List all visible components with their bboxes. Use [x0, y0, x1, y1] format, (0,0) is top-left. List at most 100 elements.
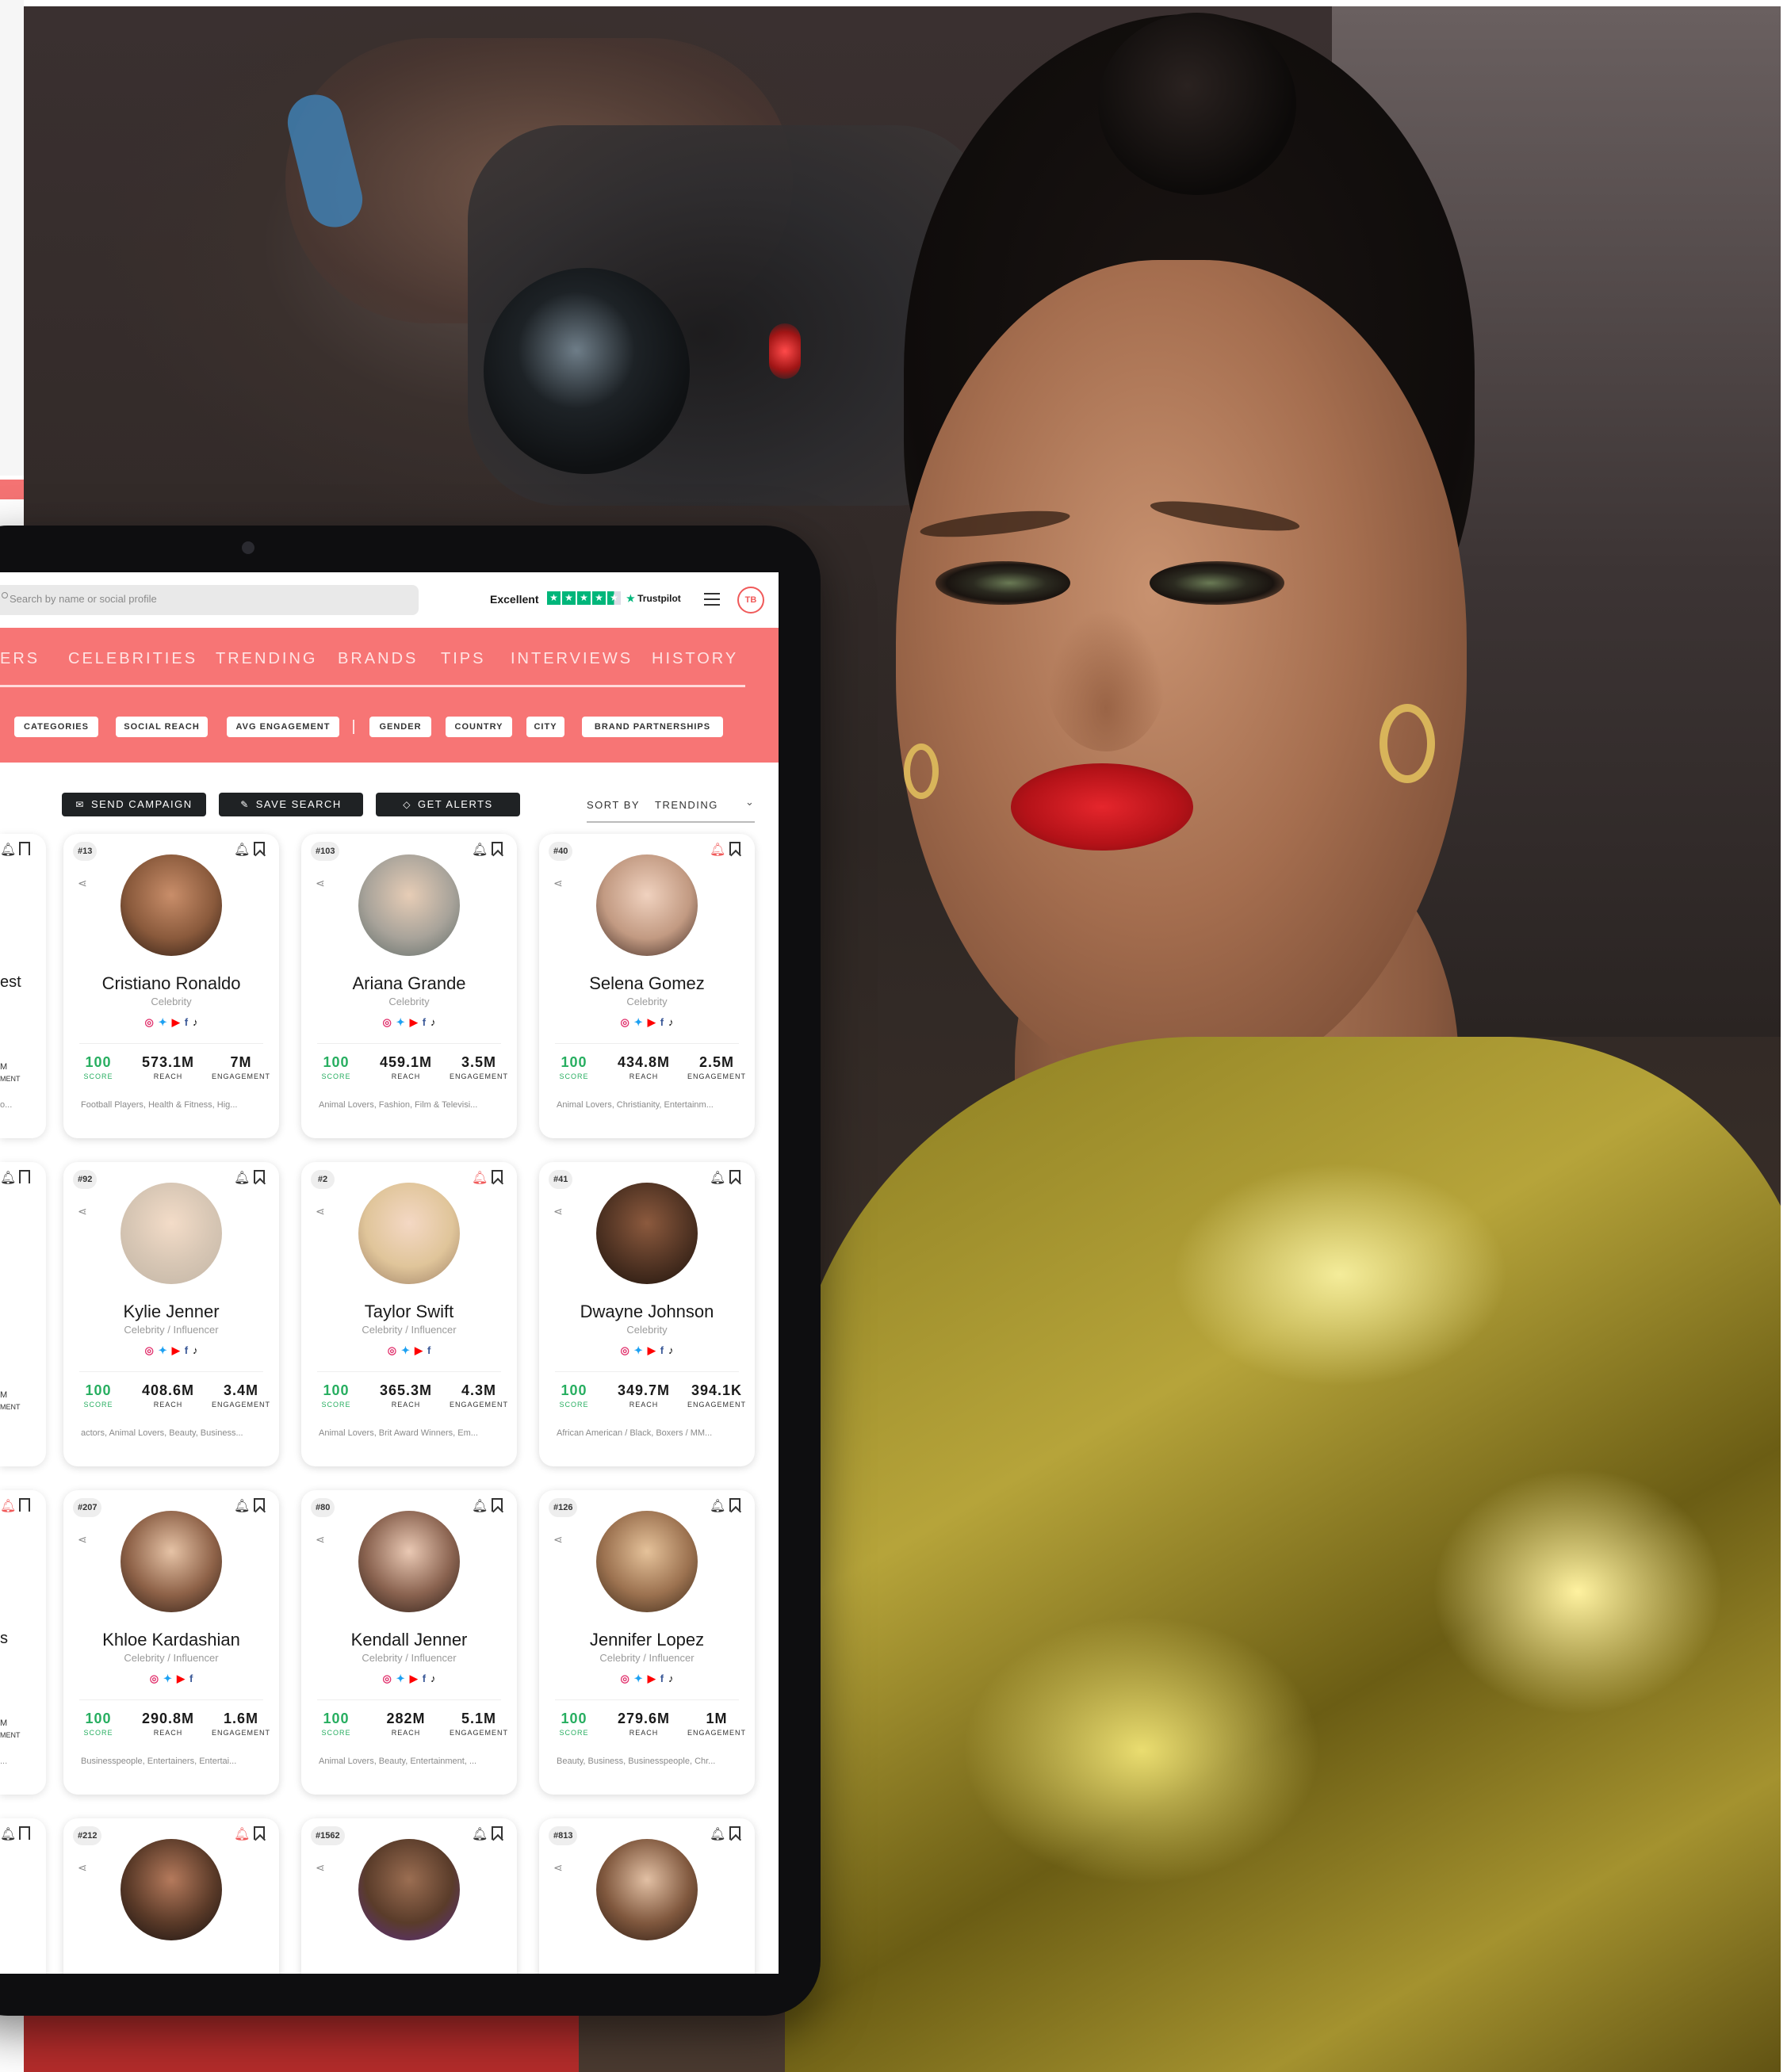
sort-select[interactable]: TRENDING [655, 799, 718, 811]
bookmark-icon[interactable] [729, 1826, 740, 1840]
celebrity-name[interactable]: Jennifer Lopez [539, 1630, 755, 1650]
bookmark-icon[interactable] [19, 842, 30, 855]
twitter-icon[interactable]: ✦ [396, 1016, 405, 1029]
share-icon[interactable]: ⋖ [78, 1861, 87, 1875]
instagram-icon[interactable]: ◎ [388, 1344, 396, 1357]
bell-icon[interactable]: 🔔︎ [234, 1498, 250, 1514]
filter-social-reach[interactable]: SOCIAL REACH [116, 717, 208, 737]
celebrity-card[interactable]: #40 ⋖ 🔔︎ Selena Gomez Celebrity ◎ ✦ ▶ f ♪ 10… [539, 834, 755, 1138]
celebrity-card[interactable]: #103 ⋖ 🔔︎ Ariana Grande Celebrity ◎ ✦ ▶ f ♪ … [301, 834, 517, 1138]
bookmark-icon[interactable] [254, 842, 265, 855]
nav-tab-influencers[interactable]: ERS [0, 650, 40, 668]
celebrity-name[interactable]: Kendall Jenner [301, 1630, 517, 1650]
instagram-icon[interactable]: ◎ [620, 1673, 629, 1685]
filter-city[interactable]: CITY [526, 717, 564, 737]
tiktok-icon[interactable]: ♪ [193, 1344, 198, 1356]
bell-icon[interactable]: 🔔︎ [472, 1826, 488, 1842]
avatar[interactable] [596, 1511, 698, 1612]
bell-icon[interactable]: 🔔︎ [0, 1826, 16, 1842]
user-avatar[interactable]: TB [737, 587, 764, 614]
avatar[interactable] [358, 854, 460, 956]
bookmark-icon[interactable] [492, 842, 503, 855]
celebrity-card[interactable]: #212 ⋖ 🔔︎ [63, 1818, 279, 1974]
share-icon[interactable]: ⋖ [316, 1861, 325, 1875]
filter-gender[interactable]: GENDER [369, 717, 431, 737]
bookmark-icon[interactable] [729, 1170, 740, 1183]
instagram-icon[interactable]: ◎ [144, 1016, 153, 1029]
bell-icon[interactable]: 🔔︎ [234, 1170, 250, 1186]
share-icon[interactable]: ⋖ [316, 1205, 325, 1218]
bookmark-icon[interactable] [19, 1498, 30, 1512]
twitter-icon[interactable]: ✦ [396, 1673, 405, 1685]
instagram-icon[interactable]: ◎ [382, 1016, 391, 1029]
bookmark-icon[interactable] [254, 1170, 265, 1183]
instagram-icon[interactable]: ◎ [382, 1673, 391, 1685]
avatar[interactable] [121, 1839, 222, 1940]
partial-celebrity-card[interactable]: 🔔︎ [0, 1818, 46, 1974]
tiktok-icon[interactable]: ♪ [193, 1016, 198, 1028]
twitter-icon[interactable]: ✦ [163, 1673, 172, 1685]
facebook-icon[interactable]: f [660, 1344, 664, 1356]
facebook-icon[interactable]: f [185, 1016, 188, 1028]
youtube-icon[interactable]: ▶ [172, 1016, 180, 1029]
avatar[interactable] [596, 854, 698, 956]
celebrity-name[interactable]: Kylie Jenner [63, 1302, 279, 1322]
bell-icon[interactable]: 🔔︎ [710, 1826, 725, 1842]
share-icon[interactable]: ⋖ [553, 1533, 563, 1546]
avatar[interactable] [121, 854, 222, 956]
save-search-button[interactable]: ✎ SAVE SEARCH [219, 793, 363, 816]
share-icon[interactable]: ⋖ [316, 1533, 325, 1546]
youtube-icon[interactable]: ▶ [177, 1673, 185, 1685]
filter-country[interactable]: COUNTRY [446, 717, 512, 737]
facebook-icon[interactable]: f [423, 1673, 426, 1684]
twitter-icon[interactable]: ✦ [159, 1344, 167, 1357]
tiktok-icon[interactable]: ♪ [668, 1673, 674, 1684]
send-campaign-button[interactable]: ✉ SEND CAMPAIGN [62, 793, 206, 816]
avatar[interactable] [121, 1183, 222, 1284]
youtube-icon[interactable]: ▶ [648, 1344, 656, 1357]
bell-icon[interactable]: 🔔︎ [472, 842, 488, 858]
celebrity-card[interactable]: #92 ⋖ 🔔︎ Kylie Jenner Celebrity / Influe… [63, 1162, 279, 1466]
celebrity-card[interactable]: #41 ⋖ 🔔︎ Dwayne Johnson Celebrity ◎ ✦ ▶ f ♪ … [539, 1162, 755, 1466]
tiktok-icon[interactable]: ♪ [430, 1016, 436, 1028]
bookmark-icon[interactable] [254, 1498, 265, 1512]
partial-celebrity-card[interactable]: 🔔︎ est M MENT o... [0, 834, 46, 1138]
facebook-icon[interactable]: f [660, 1673, 664, 1684]
twitter-icon[interactable]: ✦ [634, 1016, 643, 1029]
bookmark-icon[interactable] [492, 1826, 503, 1840]
bookmark-icon[interactable] [19, 1826, 30, 1840]
bookmark-icon[interactable] [254, 1826, 265, 1840]
bell-icon[interactable]: 🔔︎ [710, 1498, 725, 1514]
celebrity-name[interactable]: Ariana Grande [301, 973, 517, 994]
nav-tab-celebrities[interactable]: CELEBRITIES [68, 650, 197, 668]
instagram-icon[interactable]: ◎ [620, 1344, 629, 1357]
celebrity-card[interactable]: #126 ⋖ 🔔︎ Jennifer Lopez Celebrity / Inf… [539, 1490, 755, 1795]
bell-icon[interactable]: 🔔︎ [472, 1170, 488, 1186]
bell-icon[interactable]: 🔔︎ [0, 1170, 16, 1186]
partial-celebrity-card[interactable]: 🔔︎ s M MENT ... [0, 1490, 46, 1795]
celebrity-card[interactable]: #1562 ⋖ 🔔︎ [301, 1818, 517, 1974]
share-icon[interactable]: ⋖ [78, 877, 87, 890]
partial-celebrity-card[interactable]: 🔔︎ M MENT [0, 1162, 46, 1466]
bell-icon[interactable]: 🔔︎ [0, 842, 16, 858]
youtube-icon[interactable]: ▶ [410, 1673, 418, 1685]
nav-tab-history[interactable]: HISTORY [652, 650, 738, 668]
tiktok-icon[interactable]: ♪ [668, 1016, 674, 1028]
nav-tab-interviews[interactable]: INTERVIEWS [511, 650, 633, 668]
tiktok-icon[interactable]: ♪ [430, 1673, 436, 1684]
tiktok-icon[interactable]: ♪ [668, 1344, 674, 1356]
chevron-down-icon[interactable]: ⌄ [745, 796, 754, 809]
facebook-icon[interactable]: f [189, 1673, 193, 1684]
instagram-icon[interactable]: ◎ [620, 1016, 629, 1029]
avatar[interactable] [121, 1511, 222, 1612]
instagram-icon[interactable]: ◎ [150, 1673, 159, 1685]
nav-tab-trending[interactable]: TRENDING [216, 650, 317, 668]
bookmark-icon[interactable] [729, 842, 740, 855]
share-icon[interactable]: ⋖ [316, 877, 325, 890]
youtube-icon[interactable]: ▶ [415, 1344, 423, 1357]
share-icon[interactable]: ⋖ [553, 1861, 563, 1875]
bell-icon[interactable]: 🔔︎ [0, 1498, 16, 1514]
celebrity-card[interactable]: #813 ⋖ 🔔︎ [539, 1818, 755, 1974]
bell-icon[interactable]: 🔔︎ [234, 842, 250, 858]
celebrity-card[interactable]: #80 ⋖ 🔔︎ Kendall Jenner Celebrity / Infl… [301, 1490, 517, 1795]
